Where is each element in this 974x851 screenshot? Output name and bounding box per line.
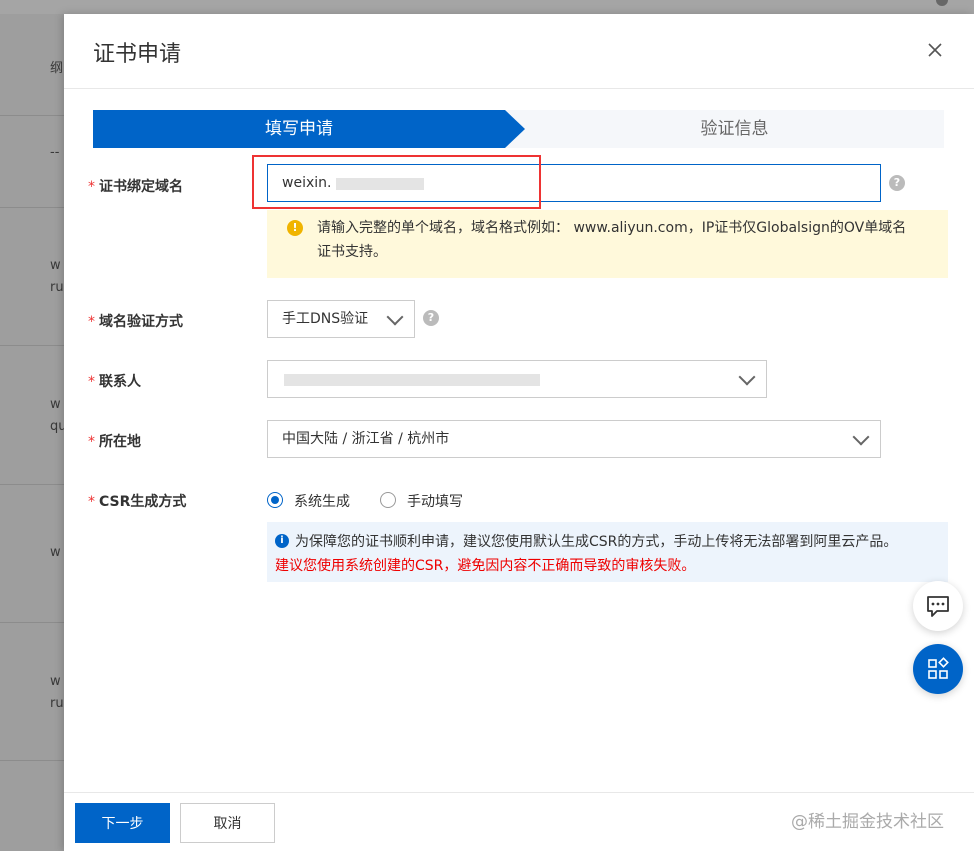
dialog-title: 证书申请	[93, 42, 182, 67]
contact-label: * 联系人	[88, 371, 141, 391]
verify-method-value: 手工DNS验证	[282, 311, 369, 327]
csr-warning-text: 建议您使用系统创建的CSR，避免因内容不正确而导致的审核失败。	[275, 558, 696, 574]
verify-method-label-text: 域名验证方式	[99, 314, 183, 330]
required-mark: *	[88, 434, 95, 450]
next-step-button[interactable]: 下一步	[75, 803, 170, 843]
watermark: @稀土掘金技术社区	[791, 812, 944, 832]
csr-label: * CSR生成方式	[88, 491, 186, 511]
contact-label-text: 联系人	[99, 374, 141, 390]
step-application: 填写申请	[265, 119, 333, 139]
contact-select[interactable]	[267, 360, 767, 398]
location-value: 中国大陆 / 浙江省 / 杭州市	[282, 431, 450, 447]
required-mark: *	[88, 374, 95, 390]
apps-icon	[928, 657, 949, 679]
redacted-contact	[284, 374, 540, 386]
verify-method-help-icon[interactable]: ?	[423, 310, 439, 326]
domain-warning-text: 请输入完整的单个域名，域名格式例如： www.aliyun.com，IP证书仅G…	[317, 220, 907, 260]
apps-float-button[interactable]	[913, 644, 963, 694]
location-cascader[interactable]: 中国大陆 / 浙江省 / 杭州市	[267, 420, 881, 458]
csr-manual-radio[interactable]	[380, 492, 396, 508]
certificate-application-dialog: 证书申请 填写申请 验证信息 * 证书绑定域名 weixin. ? ! 请输入完整…	[64, 14, 974, 851]
annotation-highlight-box	[252, 155, 541, 209]
step-verification: 验证信息	[700, 119, 769, 139]
location-label: * 所在地	[88, 431, 141, 451]
required-mark: *	[88, 179, 95, 195]
chevron-down-icon	[386, 308, 404, 326]
location-label-text: 所在地	[99, 434, 141, 450]
csr-label-text: CSR生成方式	[99, 494, 187, 510]
csr-system-label[interactable]: 系统生成	[294, 491, 350, 511]
csr-info-text: 为保障您的证书顺利申请，建议您使用默认生成CSR的方式，手动上传将无法部署到阿里…	[295, 534, 898, 550]
info-icon: i	[275, 534, 289, 548]
close-icon[interactable]	[923, 38, 947, 62]
domain-help-icon[interactable]: ?	[889, 175, 905, 191]
warning-icon: !	[287, 220, 303, 236]
step-indicator: 填写申请 验证信息	[93, 110, 944, 148]
required-mark: *	[88, 314, 95, 330]
domain-warning-box: ! 请输入完整的单个域名，域名格式例如： www.aliyun.com，IP证书…	[267, 210, 948, 278]
chat-icon	[927, 596, 949, 617]
chevron-down-icon	[738, 368, 756, 386]
required-mark: *	[88, 494, 95, 510]
csr-manual-label[interactable]: 手动填写	[407, 491, 463, 511]
footer-divider	[64, 792, 974, 793]
verify-method-select[interactable]: 手工DNS验证	[267, 300, 415, 338]
cancel-button[interactable]: 取消	[180, 803, 275, 843]
dialog-header-divider	[64, 88, 974, 89]
csr-system-radio[interactable]	[267, 492, 283, 508]
domain-label-text: 证书绑定域名	[99, 179, 183, 195]
domain-label: * 证书绑定域名	[88, 176, 183, 196]
csr-info-box: i 为保障您的证书顺利申请，建议您使用默认生成CSR的方式，手动上传将无法部署到…	[267, 522, 948, 582]
chevron-down-icon	[852, 428, 870, 446]
chat-float-button[interactable]	[913, 581, 963, 631]
verify-method-label: * 域名验证方式	[88, 311, 183, 331]
